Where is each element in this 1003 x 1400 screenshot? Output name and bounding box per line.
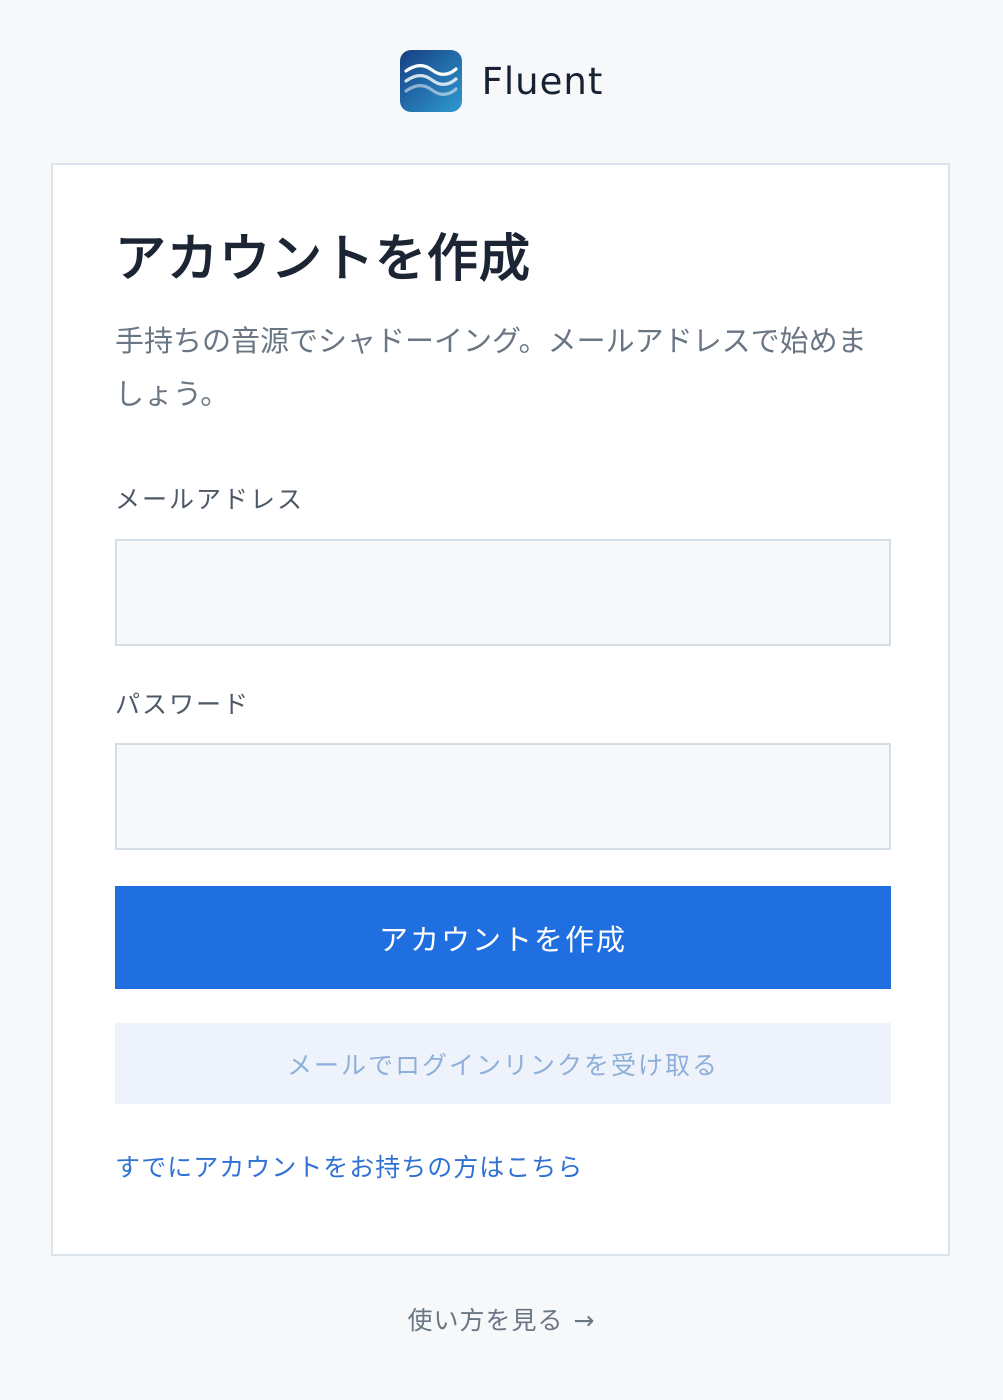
login-link[interactable]: すでにアカウントをお持ちの方はこちら [115, 1153, 583, 1183]
password-label: パスワード [115, 690, 251, 719]
signup-card: アカウントを作成 手持ちの音源でシャドーイング。メールアドレスで始めましょう。 … [51, 163, 950, 1256]
wave-icon [399, 50, 462, 112]
magic-link-button[interactable]: メールでログインリンクを受け取る [115, 1023, 891, 1104]
brand-name: Fluent [481, 59, 604, 103]
create-account-button[interactable]: アカウントを作成 [115, 886, 891, 989]
howto-link[interactable]: 使い方を見る → [0, 1306, 1003, 1336]
page-title: アカウントを作成 [115, 229, 532, 289]
page-subtitle: 手持ちの音源でシャドーイング。メールアドレスで始めましょう。 [115, 324, 867, 411]
password-field[interactable] [115, 743, 891, 850]
howto-label: 使い方を見る [407, 1306, 564, 1335]
brand-header: Fluent [0, 50, 1003, 112]
arrow-right-icon: → [573, 1306, 596, 1335]
email-field[interactable] [115, 539, 891, 646]
email-label: メールアドレス [115, 485, 305, 514]
